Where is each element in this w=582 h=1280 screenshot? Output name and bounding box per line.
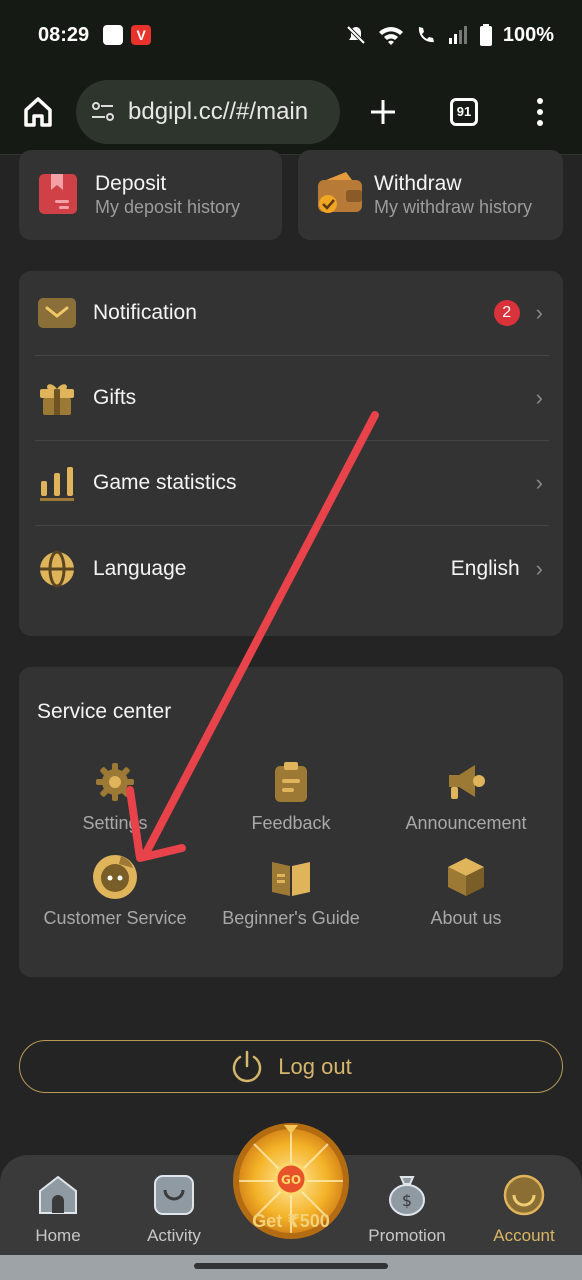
- menu-item-game-statistics[interactable]: Game statistics ›: [35, 441, 549, 526]
- vivaldi-app-icon: V: [131, 25, 152, 45]
- spin-go-text: GO: [281, 1173, 301, 1187]
- withdraw-title: Withdraw: [374, 172, 462, 195]
- game-statistics-label: Game statistics: [93, 471, 237, 494]
- mute-bell-icon: [346, 25, 366, 45]
- chevron-right-icon: ›: [535, 385, 543, 410]
- settings-label: Settings: [82, 813, 148, 833]
- wallet-icon: [318, 172, 362, 213]
- feedback-label: Feedback: [251, 813, 331, 833]
- nav-activity[interactable]: Activity: [124, 1173, 224, 1246]
- chevron-right-icon: ›: [535, 470, 543, 495]
- nav-home[interactable]: Home: [8, 1173, 108, 1246]
- chevron-right-icon: ›: [535, 555, 543, 581]
- beginners-guide-label: Beginner's Guide: [222, 908, 360, 928]
- signal-icon: [448, 26, 467, 44]
- chat-bubble-icon: [93, 855, 137, 899]
- power-icon: [233, 1050, 262, 1082]
- nav-account[interactable]: Account: [474, 1173, 574, 1246]
- megaphone-icon: [449, 765, 485, 799]
- about-us-label: About us: [430, 908, 502, 928]
- menu-item-notification[interactable]: Notification 2 ›: [35, 271, 549, 356]
- deposit-subtitle: My deposit history: [95, 197, 241, 217]
- menu-item-gifts[interactable]: Gifts ›: [35, 356, 549, 441]
- wifi-call-icon: [418, 27, 434, 43]
- customer-service-label: Customer Service: [43, 908, 187, 928]
- logout-label: Log out: [278, 1053, 352, 1079]
- tab-switcher-button[interactable]: 91: [450, 98, 478, 126]
- beginners-guide-button[interactable]: Beginner's Guide: [201, 854, 381, 929]
- service-center-title: Service center: [37, 700, 172, 723]
- url-text: bdgipl.cc//#/main: [128, 98, 309, 125]
- envelope-icon: [38, 298, 76, 328]
- nav-account-label: Account: [493, 1226, 555, 1245]
- book-icon: [272, 862, 310, 896]
- globe-icon: [40, 550, 74, 587]
- home-nav-icon: [39, 1175, 77, 1214]
- more-options-icon[interactable]: [536, 97, 544, 127]
- notification-count-badge: 2: [493, 300, 520, 326]
- settings-button[interactable]: Settings: [25, 759, 205, 834]
- wifi-icon: [378, 27, 403, 45]
- activity-nav-icon: [154, 1175, 194, 1215]
- notification-label: Notification: [93, 301, 197, 324]
- nav-activity-label: Activity: [147, 1226, 201, 1245]
- deposit-card[interactable]: Deposit My deposit history: [19, 150, 282, 240]
- battery-icon: [479, 24, 492, 46]
- paytm-app-icon: [103, 25, 124, 45]
- withdraw-subtitle: My withdraw history: [374, 197, 533, 217]
- menu-item-language[interactable]: Language English ›: [35, 526, 549, 611]
- announcement-label: Announcement: [405, 813, 527, 833]
- gesture-bar: [0, 1255, 582, 1280]
- battery-percent: 100%: [502, 23, 554, 46]
- language-value: English: [450, 556, 520, 580]
- money-bag-icon: $: [389, 1176, 425, 1216]
- deposit-title: Deposit: [95, 172, 167, 195]
- address-bar[interactable]: bdgipl.cc//#/main: [76, 80, 340, 144]
- withdraw-card[interactable]: Withdraw My withdraw history: [298, 150, 563, 240]
- nav-promotion-label: Promotion: [368, 1226, 446, 1245]
- logout-button[interactable]: Log out: [19, 1040, 563, 1093]
- customer-service-button[interactable]: Customer Service: [25, 854, 205, 929]
- status-bar: 08:29 V 100%: [0, 0, 582, 70]
- account-menu-list: Notification 2 › Gifts › Game statistics…: [19, 271, 563, 636]
- spin-wheel-label: Get ₹500: [252, 1211, 330, 1231]
- announcement-button[interactable]: Announcement: [376, 759, 556, 834]
- browser-toolbar: bdgipl.cc//#/main 91: [0, 70, 582, 155]
- gift-icon: [40, 384, 74, 415]
- feedback-button[interactable]: Feedback: [201, 759, 381, 834]
- chevron-right-icon: ›: [535, 300, 543, 325]
- clipboard-icon: [275, 762, 307, 802]
- nav-promotion[interactable]: $ Promotion: [357, 1173, 457, 1246]
- service-center-card: Service center Settings Feedback Announc…: [19, 667, 563, 977]
- status-time: 08:29: [38, 23, 90, 46]
- box-icon: [448, 858, 484, 896]
- new-tab-icon[interactable]: [368, 97, 398, 127]
- site-settings-icon[interactable]: [88, 97, 118, 127]
- gear-icon: [96, 763, 134, 801]
- svg-text:$: $: [402, 1191, 412, 1210]
- gifts-label: Gifts: [93, 386, 137, 409]
- language-label: Language: [93, 556, 187, 580]
- nav-home-label: Home: [35, 1226, 81, 1245]
- about-us-button[interactable]: About us: [376, 854, 556, 929]
- account-nav-icon: [503, 1174, 545, 1216]
- home-icon[interactable]: [18, 92, 58, 132]
- bar-chart-icon: [40, 467, 74, 501]
- deposit-book-icon: [39, 174, 77, 214]
- home-indicator[interactable]: [194, 1263, 388, 1269]
